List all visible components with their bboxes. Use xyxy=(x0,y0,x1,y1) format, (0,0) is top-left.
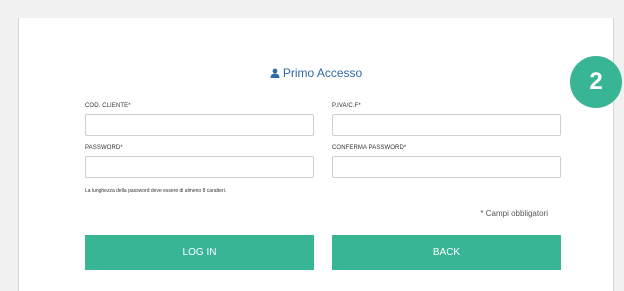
password-length-note: La lunghezza della password deve essere … xyxy=(85,188,227,194)
password-input[interactable] xyxy=(85,156,314,178)
back-button[interactable]: BACK xyxy=(332,235,561,270)
conferma-password-input[interactable] xyxy=(332,156,561,178)
page-background: Primo Accesso 2 COD. CLIENTE* P.IVA/C.F*… xyxy=(0,0,624,291)
cod-cliente-label: COD. CLIENTE* xyxy=(85,103,131,109)
password-label: PASSWORD* xyxy=(85,145,123,151)
step-badge: 2 xyxy=(570,56,622,108)
piva-input[interactable] xyxy=(332,114,561,136)
login-card: Primo Accesso 2 COD. CLIENTE* P.IVA/C.F*… xyxy=(18,18,622,291)
piva-label: P.IVA/C.F* xyxy=(332,103,361,109)
user-icon xyxy=(270,67,280,78)
required-fields-note: * Campi obbligatori xyxy=(480,209,548,218)
form-title: Primo Accesso xyxy=(19,66,613,80)
cod-cliente-input[interactable] xyxy=(85,114,314,136)
conferma-password-label: CONFERMA PASSWORD* xyxy=(332,145,407,151)
login-button[interactable]: LOG IN xyxy=(85,235,314,270)
form-title-text: Primo Accesso xyxy=(282,66,363,80)
